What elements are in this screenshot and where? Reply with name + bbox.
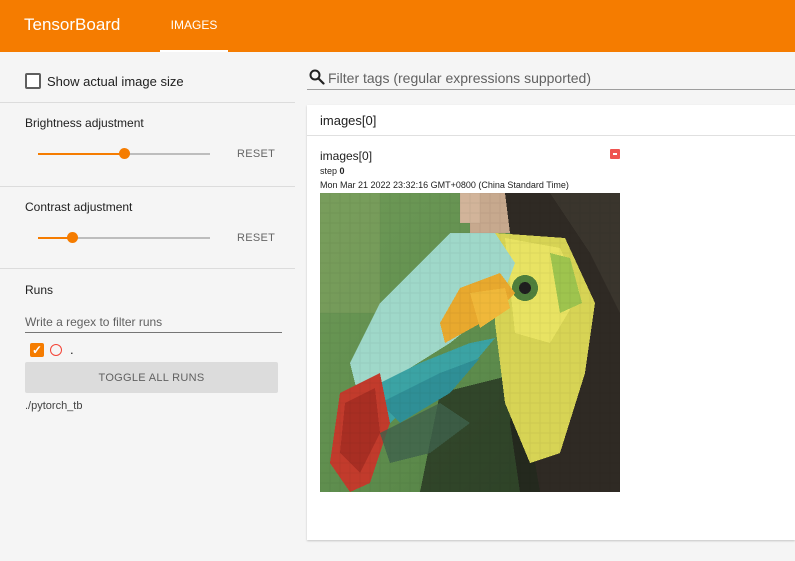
- divider: [0, 268, 295, 269]
- runs-heading: Runs: [25, 283, 54, 297]
- brightness-reset-button[interactable]: RESET: [237, 148, 275, 160]
- image-card-timestamp: Mon Mar 21 2022 23:32:16 GMT+0800 (China…: [320, 180, 569, 190]
- search-icon: [309, 69, 325, 85]
- image-card-step: step 0: [320, 166, 345, 176]
- slider-fill: [38, 153, 124, 155]
- run-color-icon: [50, 344, 62, 356]
- slider-handle[interactable]: [67, 232, 79, 243]
- divider: [0, 102, 295, 103]
- filter-underline: [307, 89, 795, 90]
- panel-title: images[0]: [320, 113, 377, 128]
- step-label: step: [320, 166, 338, 176]
- contrast-slider[interactable]: [38, 231, 210, 245]
- app-title: TensorBoard: [24, 15, 121, 34]
- brightness-slider[interactable]: [38, 147, 210, 161]
- run-name: .: [70, 342, 74, 357]
- tag-filter-input[interactable]: [328, 67, 795, 89]
- contrast-label: Contrast adjustment: [25, 200, 133, 214]
- toggle-all-runs-button[interactable]: TOGGLE ALL RUNS: [25, 362, 278, 393]
- step-value: 0: [339, 166, 345, 176]
- run-color-swatch-icon[interactable]: [610, 149, 620, 159]
- divider: [0, 186, 295, 187]
- tab-images[interactable]: IMAGES: [160, 0, 228, 52]
- show-actual-size-checkbox[interactable]: [25, 73, 41, 89]
- toucan-image: [320, 193, 620, 492]
- brightness-label: Brightness adjustment: [25, 116, 144, 130]
- contrast-reset-button[interactable]: RESET: [237, 232, 275, 244]
- run-checkbox[interactable]: ✓: [30, 343, 44, 357]
- top-bar: TensorBoard IMAGES: [0, 0, 795, 52]
- image-card-title: images[0]: [320, 149, 373, 163]
- slider-handle[interactable]: [119, 148, 130, 159]
- panel-header[interactable]: images[0]: [307, 105, 795, 136]
- run-directory: ./pytorch_tb: [25, 400, 83, 412]
- runs-filter-input[interactable]: [25, 311, 282, 333]
- show-actual-size-label: Show actual image size: [47, 74, 184, 89]
